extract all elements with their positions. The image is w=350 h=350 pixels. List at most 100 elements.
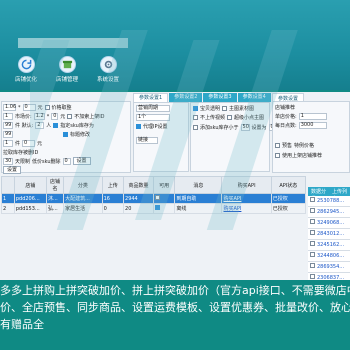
tab-params-4[interactable]: 参数设置4	[237, 93, 271, 102]
piece-price-input[interactable]: 0	[22, 140, 36, 147]
round-price-label: 价格取整	[51, 105, 72, 111]
sku-stock-label: 指定sku库存为	[60, 123, 94, 129]
list-item-checkbox[interactable]	[310, 263, 315, 268]
price-mult-input[interactable]: 1.06	[3, 104, 16, 111]
low-sku-set-button[interactable]: 设置	[72, 157, 91, 165]
buy-api-link[interactable]: 购买API	[221, 193, 272, 204]
market-add-input[interactable]: 0	[51, 113, 59, 120]
product-qty: 20	[123, 203, 154, 214]
days-input[interactable]: 30	[3, 157, 13, 165]
toolbar-label: 店铺管理	[55, 77, 78, 83]
market-mult-input[interactable]: 1.2	[33, 113, 45, 120]
limit-input[interactable]: 99	[3, 131, 13, 138]
low-sku-input[interactable]: 0	[62, 157, 71, 165]
price-add-input[interactable]: 0	[22, 104, 36, 111]
far-right-panel: 店铺推荐 单店价格: 1 每日点数: 3000 预售 特例价格 使用上架店铺推荐	[272, 101, 350, 173]
super-point-checkbox[interactable]	[227, 115, 233, 120]
shop-id: pdd206...	[13, 193, 47, 204]
buy-api-link[interactable]: 购买API	[221, 203, 272, 214]
list-item-checkbox[interactable]	[310, 252, 315, 257]
unit-label: 元	[37, 105, 43, 111]
tab-params-2[interactable]: 参数设置2	[169, 93, 203, 102]
available-checkbox[interactable]	[154, 205, 160, 210]
list-item-checkbox[interactable]	[310, 219, 315, 224]
list-item-checkbox[interactable]	[310, 230, 315, 235]
tab-data-category[interactable]: 数据分类	[308, 187, 329, 202]
api-status: 已授权	[270, 203, 307, 214]
list-item-id: 2530788...	[317, 198, 345, 204]
buy-api-text[interactable]: 购买API	[223, 206, 241, 212]
table-row[interactable]: 2 pdd153... 弘... 家居生活 0 20 离线 购买API 已授权	[1, 203, 307, 214]
sku-stock-min-input[interactable]: 50	[240, 124, 250, 131]
sku-stock-min-label: 添加sku库存小于	[200, 125, 239, 131]
presale-checkbox[interactable]	[275, 143, 280, 148]
cycle-select[interactable]: 营销周期	[136, 105, 170, 112]
caption-line: 价、全店预售、同步商品、设置运费模板、设置优惠券、批量改价、放心推	[0, 301, 350, 314]
piece-label: 件	[15, 141, 21, 147]
op-label: *	[18, 104, 21, 111]
list-item[interactable]: 3245162...	[308, 240, 350, 251]
caption-line: 有赠品全	[0, 318, 44, 331]
list-item-checkbox[interactable]	[310, 274, 315, 279]
piece-input[interactable]: 1	[3, 140, 13, 147]
no-id-checkbox[interactable]	[67, 114, 73, 119]
count-select[interactable]: 1个	[136, 114, 170, 121]
main-image-checkbox[interactable]	[222, 106, 228, 111]
toolbar-button-settings[interactable]: 系统设置	[91, 56, 125, 83]
toolbar-button-optimize[interactable]: 店铺优化	[9, 56, 43, 83]
title-edit-checkbox[interactable]	[63, 132, 68, 137]
list-item[interactable]: 2869354...	[308, 262, 350, 273]
low-sku-label: 低价sku删除	[32, 158, 61, 165]
list-item[interactable]: 3244806...	[308, 251, 350, 262]
main-image-label: 主图素材图	[229, 106, 255, 112]
toolbar-label: 店铺优化	[14, 77, 37, 83]
people-input[interactable]: 2	[35, 122, 45, 129]
round-price-checkbox[interactable]	[44, 105, 50, 110]
daily-points-input[interactable]: 3000	[298, 122, 327, 129]
unit-price-label: 单店价格:	[275, 114, 297, 120]
caption-line: 多多上拼购上拼突破加价、拼上拼突破加价（官方api接口、不需要微店中转、	[0, 284, 350, 297]
transparent-checkbox[interactable]	[193, 106, 198, 111]
shop-name: 沐...	[45, 193, 65, 204]
param-tabs: 参数设置1 参数设置2 参数设置3 参数设置4	[133, 93, 271, 102]
unit-label: 元	[60, 114, 66, 120]
banner-ribbon	[18, 38, 128, 48]
available-checkbox[interactable]	[154, 195, 160, 200]
unit-price-input[interactable]: 1	[298, 113, 327, 120]
use-recommend-checkbox[interactable]	[275, 153, 280, 158]
buy-api-text[interactable]: 购买API	[223, 196, 241, 202]
list-item-checkbox[interactable]	[310, 241, 315, 246]
list-item-checkbox[interactable]	[310, 197, 315, 202]
settings-button[interactable]: 设置	[3, 166, 22, 174]
shop-name: 弘...	[45, 203, 65, 214]
caption: 多多上拼购上拼突破加价、拼上拼突破加价（官方api接口、不需要微店中转、 价、全…	[0, 280, 350, 350]
left-param-panel: 1.06 * 0 元 价格取整 1 市场价: 1.2 * 0 元 不加索上架ID…	[1, 101, 131, 174]
presale-label: 预售	[282, 143, 293, 149]
qty-input[interactable]: 1	[3, 113, 13, 120]
link-select[interactable]: 链接	[136, 137, 158, 144]
sku-stock-min-checkbox[interactable]	[193, 125, 198, 130]
list-item-id: 3249068...	[317, 220, 345, 226]
tab-upload-list[interactable]: 上传列表	[329, 187, 350, 202]
refresh-icon	[17, 56, 35, 73]
list-item-id: 3245162...	[317, 242, 345, 248]
gear-icon	[99, 56, 117, 73]
special-price-label: 特例价格	[294, 143, 315, 149]
no-video-checkbox[interactable]	[193, 115, 198, 120]
proxy-label: 代理IP设置	[143, 124, 168, 130]
list-item-id: 2869354...	[317, 264, 345, 270]
proxy-checkbox[interactable]	[136, 124, 141, 129]
stock-input[interactable]: 99	[3, 122, 13, 129]
available-cell	[152, 203, 176, 214]
table-row[interactable]: 1 pdd206... 沐... 大配建筑... 16 2944 到期自助 购买…	[1, 193, 307, 204]
toolbar-button-store[interactable]: 店铺管理	[50, 56, 84, 83]
tab-params-3[interactable]: 参数设置3	[203, 93, 237, 102]
list-item[interactable]: 2862945...	[308, 207, 350, 218]
list-item[interactable]: 3249068...	[308, 218, 350, 229]
col-header: 店铺名	[45, 176, 65, 194]
list-item[interactable]: 2530788...	[308, 196, 350, 207]
sku-stock-checkbox[interactable]	[53, 123, 59, 128]
list-item-checkbox[interactable]	[310, 208, 315, 213]
tab-params-1[interactable]: 参数设置1	[133, 93, 169, 102]
list-item[interactable]: 2843012...	[308, 229, 350, 240]
